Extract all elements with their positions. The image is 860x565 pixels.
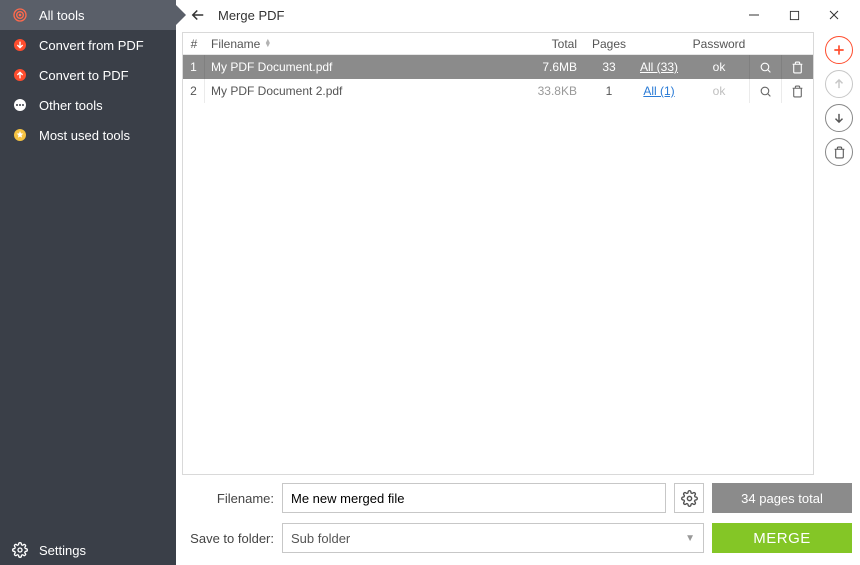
- filename-settings-button[interactable]: [674, 483, 704, 513]
- main-panel: Merge PDF # Filename ▲▼ Total Pages Pass…: [176, 0, 860, 565]
- sidebar-item-label: Other tools: [39, 98, 103, 113]
- filename-label: Filename:: [184, 491, 274, 506]
- table-row[interactable]: 1My PDF Document.pdf7.6MB33All (33)ok: [183, 55, 813, 79]
- row-range[interactable]: All (33): [629, 60, 689, 74]
- row-preview-button[interactable]: [749, 55, 781, 79]
- gear-icon: [12, 542, 28, 558]
- row-total: 33.8KB: [519, 84, 589, 98]
- sort-icon: ▲▼: [264, 40, 271, 48]
- table-body: 1My PDF Document.pdf7.6MB33All (33)ok2My…: [183, 55, 813, 474]
- settings-label: Settings: [39, 543, 86, 558]
- col-filename[interactable]: Filename ▲▼: [205, 37, 519, 51]
- row-preview-button[interactable]: [749, 79, 781, 103]
- table-header: # Filename ▲▼ Total Pages Password: [183, 33, 813, 55]
- sidebar-item-label: Most used tools: [39, 128, 130, 143]
- dots-icon: [12, 97, 28, 113]
- row-pages: 1: [589, 84, 629, 98]
- back-button[interactable]: [184, 1, 212, 29]
- table-row[interactable]: 2My PDF Document 2.pdf33.8KB1All (1)ok: [183, 79, 813, 103]
- sidebar-item-1[interactable]: Convert from PDF: [0, 30, 176, 60]
- target-icon: [12, 7, 28, 23]
- window-minimize[interactable]: [734, 1, 774, 29]
- down-icon: [12, 37, 28, 53]
- row-total: 7.6MB: [519, 60, 589, 74]
- row-pages: 33: [589, 60, 629, 74]
- row-delete-button[interactable]: [781, 55, 813, 79]
- window-close[interactable]: [814, 1, 854, 29]
- sidebar-item-0[interactable]: All tools: [0, 0, 176, 30]
- sidebar: All tools Convert from PDF Convert to PDF O…: [0, 0, 176, 565]
- row-password: ok: [689, 84, 749, 98]
- file-table: # Filename ▲▼ Total Pages Password 1My P…: [182, 32, 814, 475]
- row-filename: My PDF Document 2.pdf: [205, 84, 519, 98]
- filename-input[interactable]: [282, 483, 666, 513]
- window-maximize[interactable]: [774, 1, 814, 29]
- col-pages[interactable]: Pages: [589, 37, 629, 51]
- add-file-button[interactable]: [825, 36, 853, 64]
- move-up-button[interactable]: [825, 70, 853, 98]
- row-index: 1: [183, 55, 205, 79]
- sidebar-item-label: Convert from PDF: [39, 38, 144, 53]
- bottom-form: Filename: 34 pages total Save to folder:…: [176, 477, 860, 565]
- col-password[interactable]: Password: [689, 37, 749, 51]
- up-icon: [12, 67, 28, 83]
- row-filename: My PDF Document.pdf: [205, 60, 519, 74]
- delete-button[interactable]: [825, 138, 853, 166]
- side-actions: [818, 30, 860, 477]
- row-range[interactable]: All (1): [629, 84, 689, 98]
- move-down-button[interactable]: [825, 104, 853, 132]
- titlebar: Merge PDF: [176, 0, 860, 30]
- save-folder-label: Save to folder:: [184, 531, 274, 546]
- sidebar-settings[interactable]: Settings: [0, 535, 176, 565]
- sidebar-item-label: All tools: [39, 8, 85, 23]
- sidebar-item-4[interactable]: Most used tools: [0, 120, 176, 150]
- row-password: ok: [689, 60, 749, 74]
- col-index[interactable]: #: [183, 37, 205, 51]
- row-delete-button[interactable]: [781, 79, 813, 103]
- chevron-down-icon: ▼: [685, 533, 695, 544]
- merge-button[interactable]: MERGE: [712, 523, 852, 553]
- row-index: 2: [183, 79, 205, 103]
- star-icon: [12, 127, 28, 143]
- pages-total: 34 pages total: [712, 483, 852, 513]
- col-total[interactable]: Total: [519, 37, 589, 51]
- sidebar-item-label: Convert to PDF: [39, 68, 129, 83]
- page-title: Merge PDF: [218, 8, 284, 23]
- sidebar-item-3[interactable]: Other tools: [0, 90, 176, 120]
- save-folder-select[interactable]: Sub folder ▼: [282, 523, 704, 553]
- sidebar-item-2[interactable]: Convert to PDF: [0, 60, 176, 90]
